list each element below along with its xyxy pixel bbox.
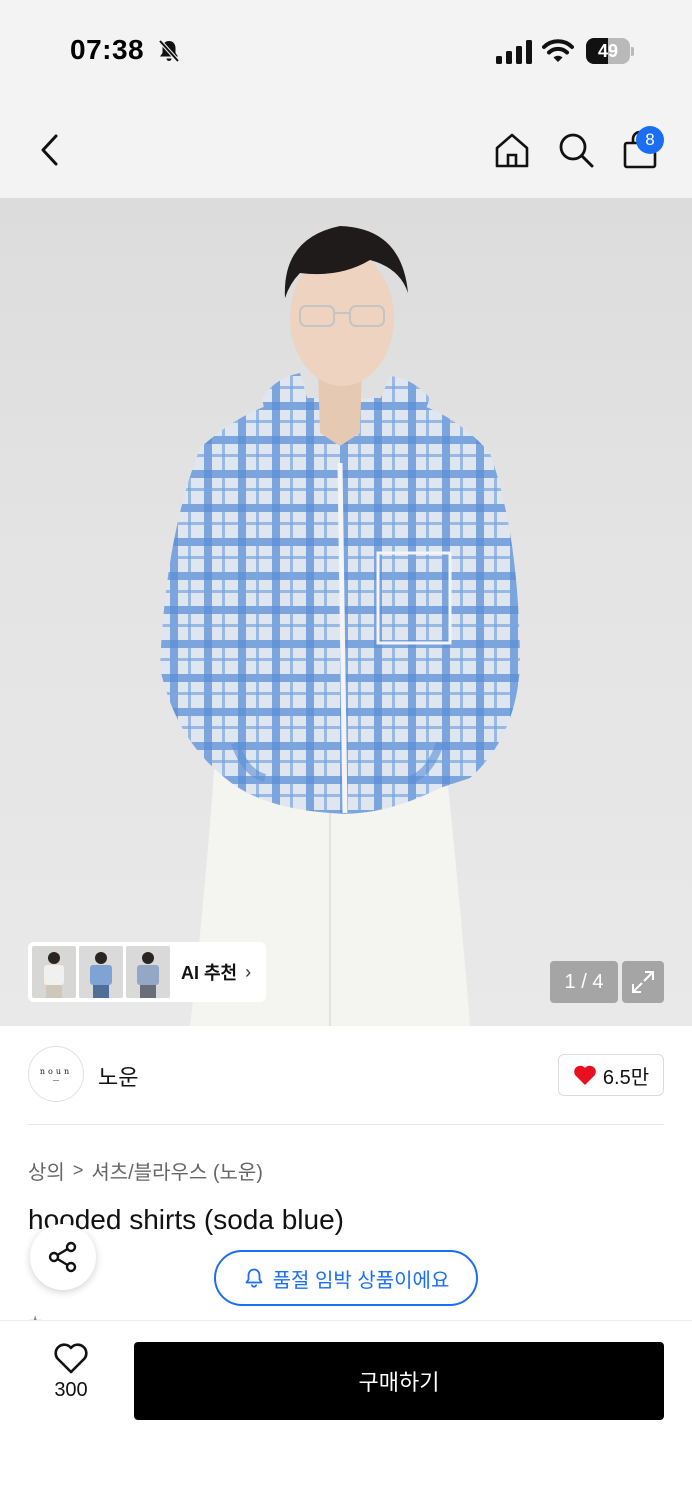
heart-filled-icon	[574, 1065, 596, 1085]
battery-icon: 49	[586, 38, 634, 64]
chevron-right-icon: ›	[245, 961, 252, 982]
home-button[interactable]	[490, 128, 534, 172]
breadcrumb: 상의 > 셔츠/블라우스 (노운)	[28, 1156, 263, 1185]
breadcrumb-subcategory[interactable]: 셔츠/블라우스 (노운)	[91, 1156, 263, 1185]
brand-logo[interactable]: noun	[28, 1046, 84, 1102]
chevron-left-icon	[41, 134, 58, 166]
share-icon	[48, 1241, 77, 1273]
back-button[interactable]	[28, 128, 72, 172]
ai-recommend-label: AI 추천	[181, 963, 238, 983]
status-time: 07:38	[70, 34, 145, 65]
share-button[interactable]	[30, 1224, 96, 1290]
brand-row: noun 노운 6.5만	[28, 1046, 664, 1106]
home-icon	[495, 133, 529, 168]
buy-button[interactable]: 구매하기	[134, 1342, 664, 1420]
bell-icon	[245, 1268, 263, 1288]
ai-thumbnail-1	[32, 946, 76, 998]
divider	[28, 1124, 664, 1125]
bell-off-icon	[158, 39, 180, 63]
ai-thumbnail-3	[126, 946, 170, 998]
bottom-action-bar: 300 구매하기	[0, 1320, 692, 1500]
breadcrumb-category[interactable]: 상의	[28, 1156, 65, 1185]
soldout-notice-text: 품절 임박 상품이에요	[272, 1269, 450, 1292]
breadcrumb-separator: >	[72, 1160, 84, 1180]
wishlist-button[interactable]: 300	[36, 1343, 106, 1413]
ai-thumbnail-2	[79, 946, 123, 998]
brand-like-count: 6.5만	[602, 1066, 650, 1089]
top-nav	[0, 100, 692, 198]
heart-outline-icon	[54, 1343, 88, 1374]
cart-count-badge: 8	[636, 126, 664, 154]
search-icon	[559, 133, 594, 168]
expand-icon	[632, 971, 654, 993]
image-page-indicator: 1 / 4	[550, 961, 618, 1003]
ai-recommend-card[interactable]: AI 추천 ›	[28, 942, 266, 1002]
brand-logo-text: noun	[39, 1067, 73, 1076]
search-button[interactable]	[554, 128, 598, 172]
wifi-icon	[542, 39, 574, 62]
soldout-notice-pill[interactable]: 품절 임박 상품이에요	[214, 1250, 478, 1306]
product-photo	[160, 226, 520, 1026]
battery-percent: 49	[597, 41, 619, 61]
cellular-signal-icon	[496, 40, 532, 64]
brand-like-button[interactable]: 6.5만	[558, 1054, 664, 1096]
status-bar: 07:38 49	[0, 0, 692, 100]
expand-image-button[interactable]	[622, 961, 664, 1003]
product-image-gallery[interactable]: AI 추천 › 1 / 4	[0, 198, 692, 1026]
wishlist-count: 300	[54, 1379, 88, 1401]
brand-name[interactable]: 노운	[98, 1060, 138, 1092]
